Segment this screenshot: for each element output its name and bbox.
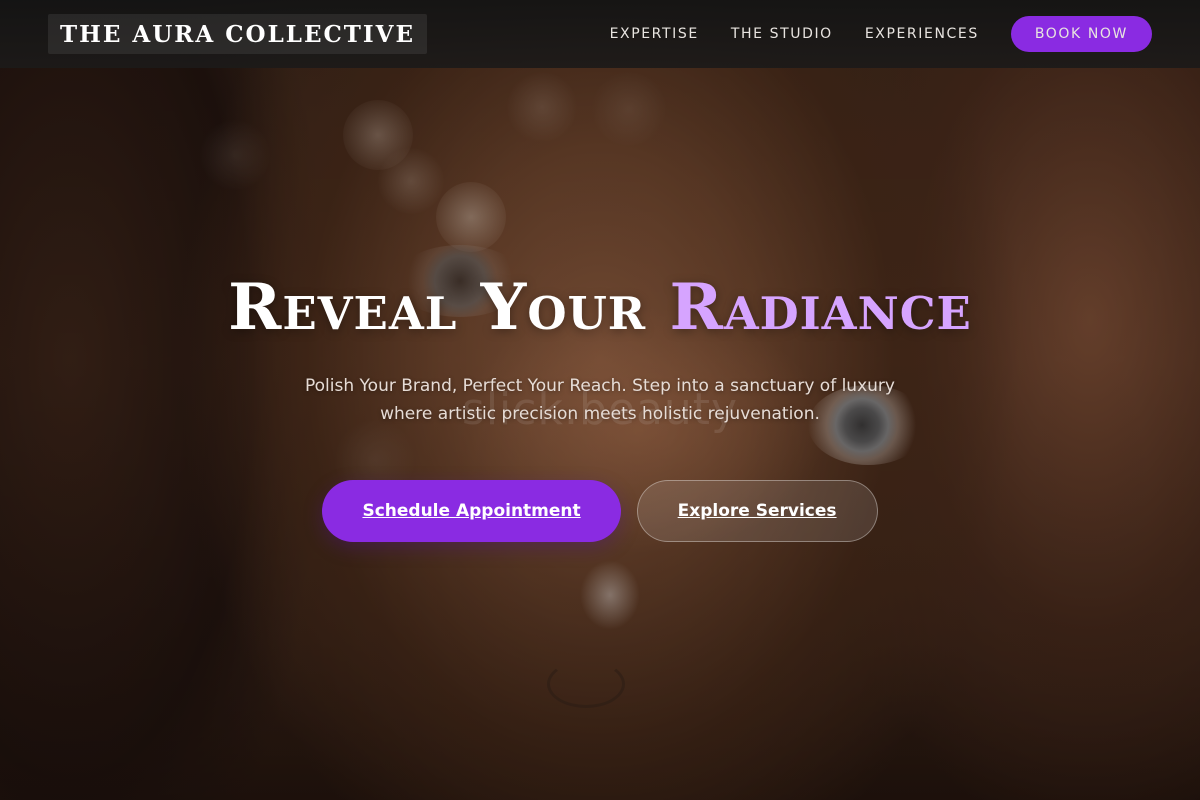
headline-main: Reveal Your [228, 270, 670, 345]
headline-accent: Radiance [669, 270, 972, 345]
cta-row: Schedule Appointment Explore Services [322, 480, 878, 542]
hero-headline: Reveal Your Radiance [228, 268, 972, 348]
nav-link-experiences[interactable]: EXPERIENCES [865, 26, 979, 42]
book-now-button[interactable]: BOOK NOW [1010, 16, 1152, 52]
explore-services-button[interactable]: Explore Services [636, 480, 878, 542]
main-nav: EXPERTISE THE STUDIO EXPERIENCES BOOK NO… [610, 16, 1152, 52]
brand-logo[interactable]: THE AURA COLLECTIVE [48, 14, 428, 54]
nav-link-the-studio[interactable]: THE STUDIO [731, 26, 833, 42]
site-header: THE AURA COLLECTIVE EXPERTISE THE STUDIO… [0, 0, 1200, 68]
hero-subtitle: Polish Your Brand, Perfect Your Reach. S… [305, 376, 895, 424]
hero-section: Reveal Your Radiance Polish Your Brand, … [0, 0, 1200, 800]
nav-link-expertise[interactable]: EXPERTISE [610, 26, 699, 42]
schedule-appointment-button[interactable]: Schedule Appointment [322, 480, 621, 542]
